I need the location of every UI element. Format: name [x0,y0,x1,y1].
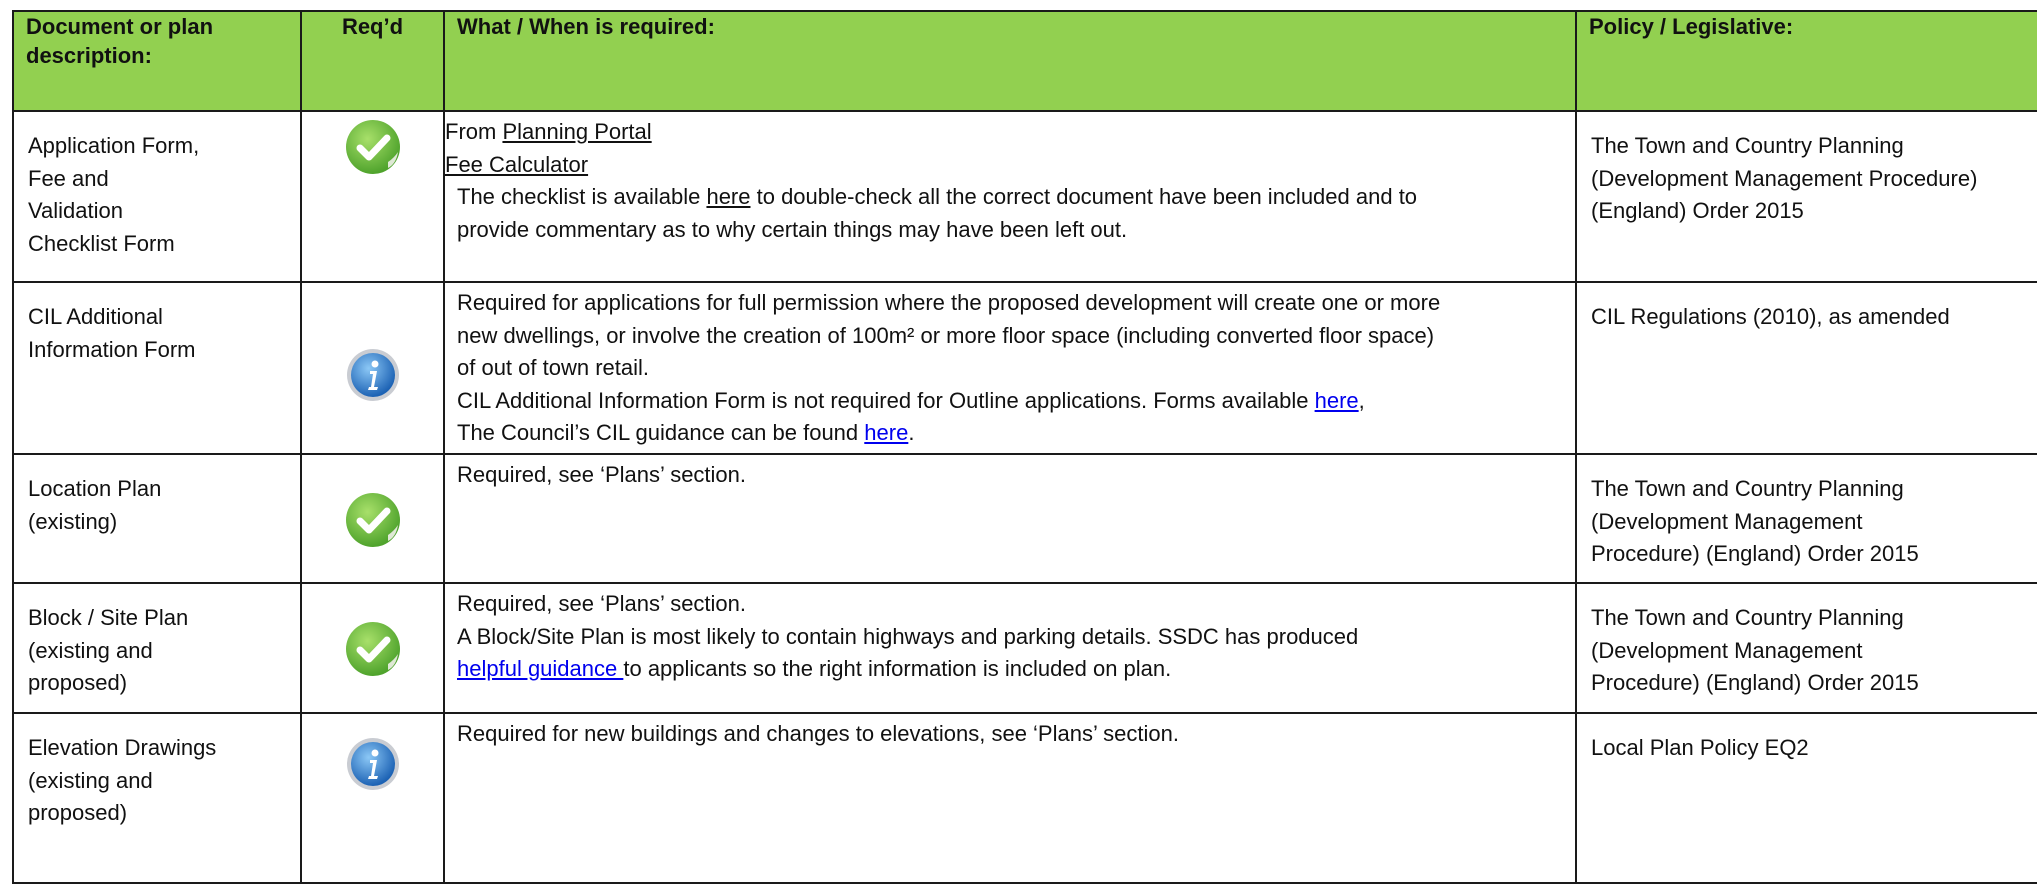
required-cell [300,712,445,884]
what-when-cell: Required for new buildings and changes t… [443,712,1577,884]
document-description: Elevation Drawings (existing and propose… [12,712,302,884]
policy-cell: CIL Regulations (2010), as amended [1575,281,2037,455]
cil-guidance-here-link[interactable]: here [864,420,908,445]
helpful-guidance-link[interactable]: helpful guidance [457,656,623,681]
required-cell [300,110,445,283]
table-row: CIL Additional Information Form Required… [12,281,2037,455]
header-required: Req’d [300,10,445,112]
green-check-icon [344,118,402,176]
planning-portal-link[interactable]: Planning Portal [502,119,651,144]
header-row: Document or plan description: Req’d What… [12,10,2037,112]
table-row: Application Form, Fee and Validation Che… [12,110,2037,283]
policy-cell: The Town and Country Planning (Developme… [1575,582,2037,714]
table-row: Block / Site Plan (existing and proposed… [12,582,2037,714]
required-cell [300,453,445,584]
from-label: From [445,119,503,144]
header-policy: Policy / Legislative: [1575,10,2037,112]
what-when-cell: Required for applications for full permi… [443,281,1577,455]
blue-info-icon [345,347,401,403]
green-check-icon [344,491,402,549]
policy-cell: Local Plan Policy EQ2 [1575,712,2037,884]
document-description: Location Plan (existing) [12,453,302,584]
blue-info-icon [345,736,401,792]
header-what-when: What / When is required: [443,10,1577,112]
checklist-text-line2: provide commentary as to why certain thi… [457,216,1128,242]
header-document-description: Document or plan description: [12,10,302,112]
checklist-text-cont: to double-check all the correct document… [750,184,1418,209]
document-description: Block / Site Plan (existing and proposed… [12,582,302,714]
table-row: Elevation Drawings (existing and propose… [12,712,2037,884]
cil-forms-here-link[interactable]: here [1315,388,1359,413]
required-cell [300,582,445,714]
required-cell [300,281,445,455]
checklist-text: The checklist is available [457,184,707,209]
what-when-cell: Required, see ‘Plans’ section. [443,453,1577,584]
policy-cell: The Town and Country Planning (Developme… [1575,453,2037,584]
fee-calculator-link[interactable]: Fee Calculator [445,152,588,177]
green-check-icon [344,620,402,678]
what-when-cell: Required, see ‘Plans’ section. A Block/S… [443,582,1577,714]
what-when-cell: From Planning Portal Fee Calculator The … [443,110,1577,283]
document-description: Application Form, Fee and Validation Che… [12,110,302,283]
checklist-here-link[interactable]: here [706,184,750,209]
policy-cell: The Town and Country Planning (Developme… [1575,110,2037,283]
requirements-table: Document or plan description: Req’d What… [12,10,2037,884]
table-row: Location Plan (existing) Required, see ‘… [12,453,2037,584]
document-description: CIL Additional Information Form [12,281,302,455]
